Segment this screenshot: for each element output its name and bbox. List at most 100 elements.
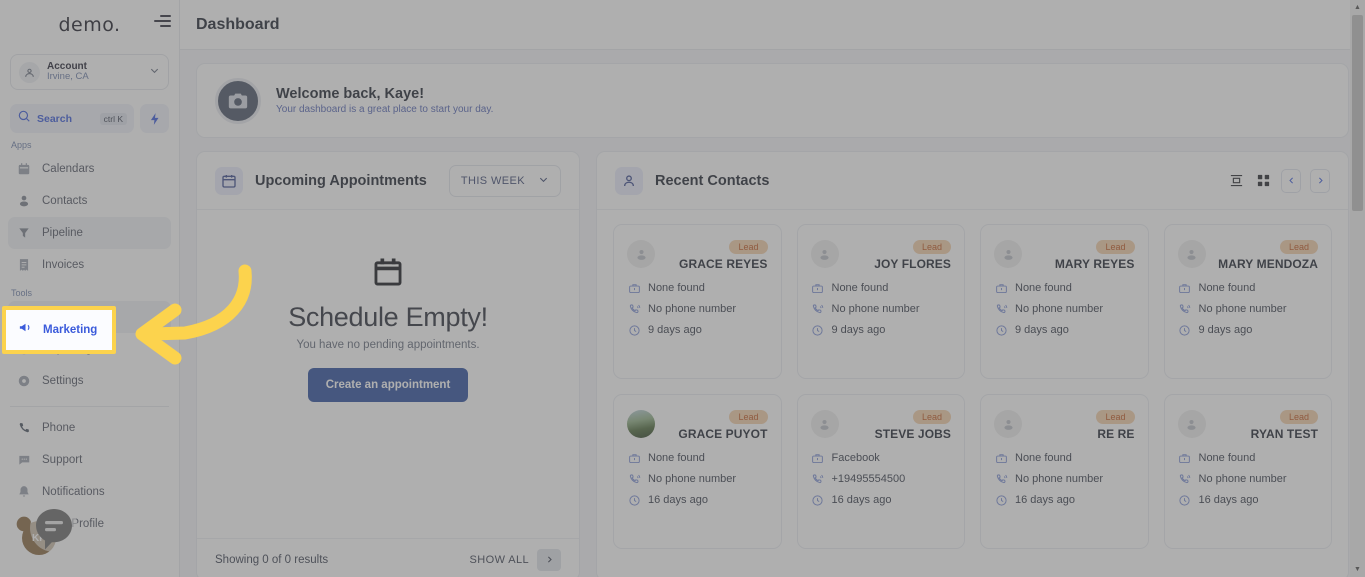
contact-card[interactable]: Lead JOY FLORES None found No phone number 9… — [796, 224, 965, 379]
contacts-next-page-button[interactable] — [1310, 168, 1330, 193]
clock-icon — [811, 493, 825, 507]
contact-avatar — [1177, 410, 1206, 438]
scroll-down-arrow[interactable]: ▼ — [1350, 562, 1365, 577]
contact-name: STEVE JOBS — [874, 427, 951, 441]
contact-company: None found — [1198, 282, 1256, 294]
chat-bubble-icon[interactable] — [28, 503, 80, 555]
sidebar-item-support[interactable]: Support — [8, 444, 171, 476]
clock-icon — [1178, 323, 1192, 337]
list-view-icon[interactable] — [1227, 172, 1245, 190]
main-region: Dashboard Welcome back, Kaye! Your dashb… — [180, 0, 1365, 577]
sidebar-item-contacts[interactable]: Contacts — [8, 185, 171, 217]
contact-time: 9 days ago — [831, 324, 886, 336]
sidebar-item-label: Phone — [42, 422, 76, 434]
contact-company: None found — [1198, 452, 1256, 464]
briefcase-icon — [627, 281, 641, 295]
contact-avatar — [994, 410, 1022, 438]
vertical-scrollbar[interactable]: ▲ ▼ — [1350, 0, 1365, 577]
contact-name: GRACE PUYOT — [678, 427, 768, 441]
sidebar-item-calendars[interactable]: Calendars — [8, 153, 171, 185]
app-root: demo. Account Irvine, CA Search ctrl K A… — [0, 0, 1365, 577]
scroll-up-arrow[interactable]: ▲ — [1350, 0, 1365, 15]
contact-card[interactable]: Lead RYAN TEST None found No phone number 16… — [1163, 394, 1332, 549]
sidebar-item-settings[interactable]: Settings — [8, 365, 171, 397]
contact-time: 9 days ago — [1015, 324, 1069, 336]
search-input[interactable]: Search ctrl K — [10, 104, 134, 133]
contacts-header: Recent Contacts — [597, 152, 1348, 210]
contact-card[interactable]: Lead STEVE JOBS Facebook +19495554500 16 day… — [796, 394, 965, 549]
top-bar: Dashboard — [180, 0, 1365, 50]
user-circle-icon — [19, 61, 40, 83]
lightning-bolt-icon[interactable] — [140, 104, 169, 133]
grid-view-icon[interactable] — [1254, 172, 1272, 190]
welcome-subtitle: Your dashboard is a great place to start… — [276, 104, 494, 115]
contact-phone: No phone number — [831, 303, 920, 315]
search-shortcut: ctrl K — [99, 112, 127, 125]
briefcase-icon — [1178, 281, 1192, 295]
contact-avatar — [810, 240, 839, 268]
account-switcher[interactable]: Account Irvine, CA — [10, 54, 169, 90]
timeframe-value: THIS WEEK — [460, 174, 525, 187]
empty-subtitle: You have no pending appointments. — [296, 339, 480, 351]
nav-group-apps-label: Apps — [11, 140, 32, 150]
briefcase-icon — [627, 451, 641, 465]
sidebar-item-phone[interactable]: Phone — [8, 412, 171, 444]
nav-group-tools-label: Tools — [11, 288, 33, 298]
contact-company: None found — [648, 282, 705, 294]
content-area: Welcome back, Kaye! Your dashboard is a … — [180, 50, 1365, 577]
contacts-prev-page-button[interactable] — [1281, 168, 1301, 193]
contact-time: 16 days ago — [1015, 494, 1075, 506]
user-icon — [615, 166, 643, 195]
calendar-icon — [215, 166, 243, 195]
contact-avatar — [627, 240, 655, 268]
phone-ring-icon — [627, 472, 641, 486]
chevron-down-icon — [538, 174, 549, 188]
sidebar-item-label: Contacts — [42, 195, 88, 207]
contact-time: 9 days ago — [648, 324, 702, 336]
contact-card[interactable]: Lead RE RE None found No phone number 16 day… — [980, 394, 1149, 549]
invoice-icon — [16, 257, 32, 273]
briefcase-icon — [1178, 451, 1192, 465]
create-appointment-button[interactable]: Create an appointment — [307, 368, 469, 402]
search-row: Search ctrl K — [10, 104, 169, 133]
results-count: Showing 0 of 0 results — [215, 553, 329, 566]
sidebar-item-pipeline[interactable]: Pipeline — [8, 217, 171, 249]
contact-company: Facebook — [831, 452, 880, 464]
status-badge: Lead — [1279, 410, 1318, 424]
show-all-link[interactable]: SHOW ALL — [470, 554, 529, 566]
timeframe-select[interactable]: THIS WEEK — [448, 164, 561, 197]
contact-name: MARY MENDOZA — [1218, 257, 1318, 271]
contact-card[interactable]: Lead MARY MENDOZA None found No phone numbe… — [1163, 224, 1332, 379]
sidebar-item-invoices[interactable]: Invoices — [8, 249, 171, 281]
pipeline-icon — [16, 225, 32, 241]
upcoming-appointments-panel: Upcoming Appointments THIS WEEK Schedule… — [196, 151, 580, 577]
appointments-header: Upcoming Appointments THIS WEEK — [197, 152, 579, 210]
settings-icon — [16, 373, 32, 389]
contact-phone: No phone number — [1198, 303, 1287, 315]
contact-avatar — [810, 410, 839, 438]
contact-company: None found — [648, 452, 705, 464]
contact-card[interactable]: Lead MARY REYES None found No phone number 9… — [980, 224, 1149, 379]
phone-ring-icon — [994, 302, 1008, 316]
sidebar-item-label: Notifications — [42, 486, 105, 498]
phone-ring-icon — [811, 302, 825, 316]
support-chat-icon — [16, 452, 32, 468]
contact-name: RYAN TEST — [1250, 427, 1318, 441]
megaphone-icon — [18, 320, 33, 340]
sidebar: demo. Account Irvine, CA Search ctrl K A… — [0, 0, 180, 577]
panels-row: Upcoming Appointments THIS WEEK Schedule… — [196, 151, 1349, 577]
clock-icon — [1178, 493, 1192, 507]
contact-name: GRACE REYES — [679, 257, 768, 271]
scrollbar-thumb[interactable] — [1352, 15, 1363, 211]
chevron-right-icon[interactable] — [537, 548, 561, 571]
contacts-toolbar — [1227, 168, 1330, 193]
contact-avatar — [994, 240, 1022, 268]
sidebar-item-label: Support — [42, 454, 83, 466]
contact-card[interactable]: Lead GRACE REYES None found No phone number… — [613, 224, 782, 379]
clock-icon — [627, 493, 641, 507]
collapse-sidebar-icon[interactable] — [149, 10, 171, 32]
contact-avatar — [627, 410, 655, 438]
contact-card[interactable]: Lead GRACE PUYOT None found No phone number… — [613, 394, 782, 549]
contact-name: JOY FLORES — [874, 257, 951, 271]
calendar-icon — [16, 161, 32, 177]
